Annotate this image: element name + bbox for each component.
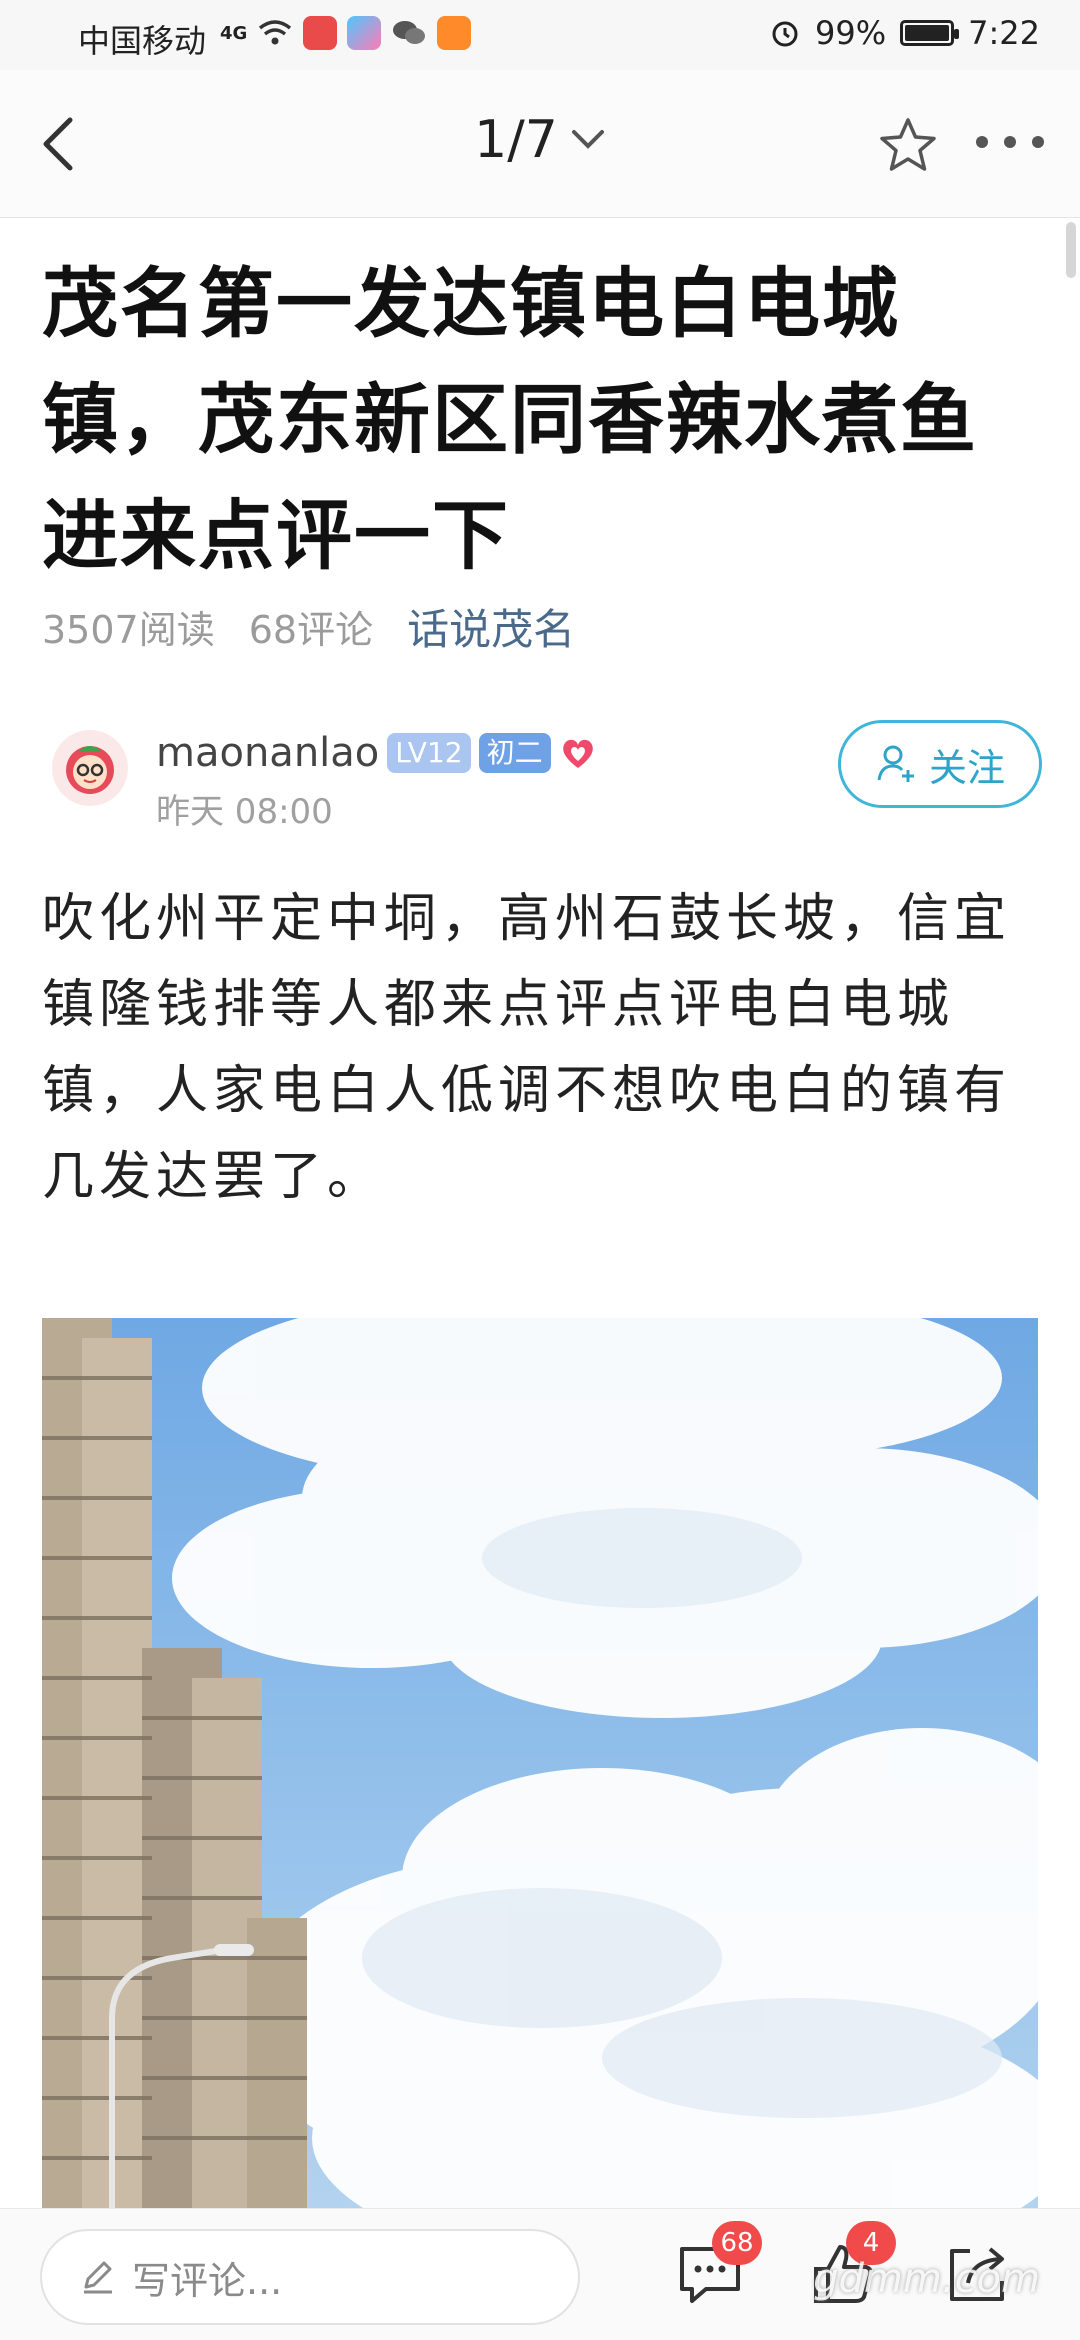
page-counter-label: 1/7	[474, 110, 558, 170]
nav-bar: 1/7	[0, 70, 1080, 218]
comment-input[interactable]: 写评论...	[40, 2229, 580, 2325]
avatar-image	[66, 746, 114, 794]
post-time: 昨天 08:00	[156, 792, 333, 832]
read-count: 3507阅读	[42, 608, 215, 652]
author-name[interactable]: maonanlao	[156, 730, 379, 776]
author-name-row: maonanlao LV12 初二	[156, 730, 597, 776]
follow-button[interactable]: 关注	[838, 720, 1042, 808]
topic-link[interactable]: 话说茂名	[407, 596, 575, 657]
comment-count: 68评论	[248, 608, 374, 652]
app-notification-icon	[347, 16, 382, 50]
scroll-indicator[interactable]	[1066, 222, 1076, 278]
article-title: 茂名第一发达镇电白电城镇，茂东新区同香辣水煮鱼进来点评一下	[42, 259, 978, 580]
star-icon[interactable]	[876, 114, 940, 178]
heart-icon	[562, 739, 593, 768]
article-meta: 3507阅读 68评论 话说茂名	[42, 596, 575, 657]
status-icons: 4G	[220, 16, 472, 50]
comment-count-badge: 68	[712, 2221, 762, 2265]
pencil-icon	[84, 2261, 112, 2294]
more-icon[interactable]	[970, 122, 1050, 162]
signal-icon: 4G	[220, 22, 248, 44]
status-right: 99% 7:22	[769, 14, 1040, 52]
article-body: 吹化州平定中垌，高州石鼓长坡，信宜镇隆钱排等人都来点评点评电白电城镇，人家电白人…	[42, 889, 1012, 1207]
grade-badge: 初二	[478, 733, 551, 773]
alarm-icon	[772, 21, 798, 47]
wifi-icon	[259, 20, 292, 45]
clock: 7:22	[968, 14, 1040, 52]
comment-placeholder: 写评论...	[132, 2258, 283, 2303]
app-notification-icon	[303, 16, 338, 50]
battery-icon	[900, 20, 960, 46]
carrier-label: 中国移动	[78, 22, 207, 60]
add-user-icon	[877, 745, 914, 782]
photo-image	[42, 1318, 1038, 2214]
avatar[interactable]	[52, 730, 128, 806]
watermark: gdmm.com	[813, 2256, 1040, 2302]
wechat-icon	[393, 21, 426, 44]
battery-percent: 99%	[815, 14, 887, 52]
status-bar: 中国移动 4G 99% 7:22	[0, 0, 1080, 70]
video-app-icon	[437, 16, 472, 50]
chevron-down-icon	[571, 130, 604, 149]
article-photo[interactable]	[42, 1318, 1038, 2214]
level-badge: LV12	[387, 733, 471, 773]
author-row: maonanlao LV12 初二 昨天 08:00 关注	[42, 720, 1042, 840]
follow-label: 关注	[928, 745, 1005, 790]
